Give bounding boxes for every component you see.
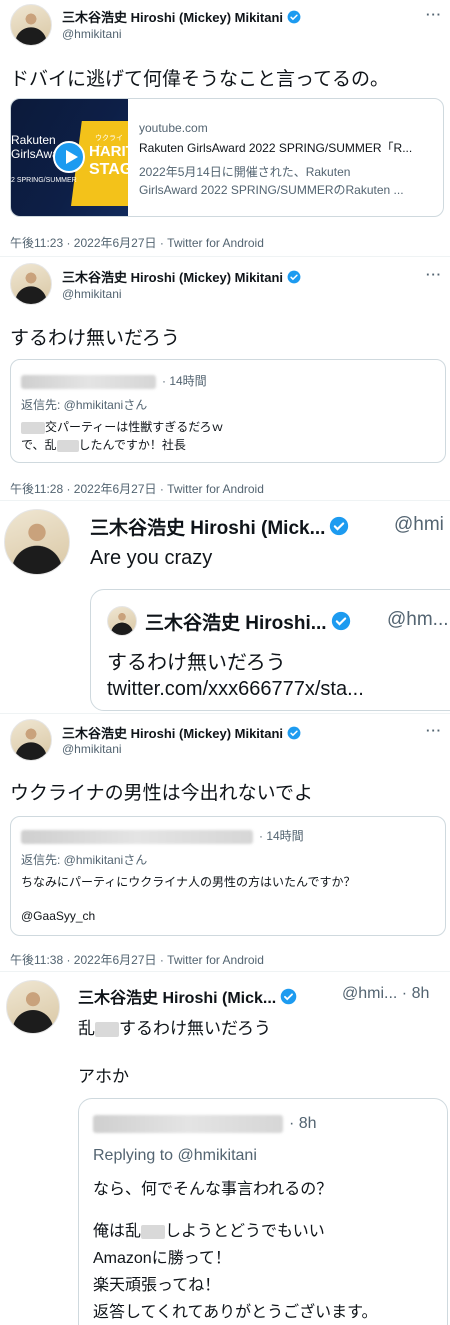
thumb-text: HARIT: [89, 143, 128, 160]
censored-text: [56, 439, 79, 452]
tweet-text: ドバイに逃げて何偉そうなこと言ってるの。: [10, 69, 390, 90]
quoted-text-line: で、乱: [21, 438, 57, 452]
quoted-text-line: 交パーティーは性獣すぎるだろｗ: [45, 420, 224, 434]
quoted-text: 俺は乱 しようとどうでもいい: [93, 1217, 325, 1241]
tweet-text: Are you crazy: [90, 547, 213, 569]
quoted-time: · 14時間: [162, 374, 207, 388]
author-handle[interactable]: @hmikitani: [62, 27, 122, 41]
verified-badge-icon: [329, 516, 349, 542]
tweet-card-3: 三木谷浩史 Hiroshi (Mick... @hmi Are you craz…: [0, 501, 450, 713]
redacted-author: [21, 374, 156, 389]
quoted-tweet[interactable]: · 14時間 返信先: @hmikitaniさん 交パーティーは性獣すぎるだろｗ…: [10, 359, 446, 463]
more-options-icon[interactable]: ···: [426, 7, 442, 22]
quoted-tweet[interactable]: 三木谷浩史 Hiroshi... @hm... するわけ無いだろう twitte…: [90, 589, 450, 711]
verified-badge-icon: [287, 270, 301, 287]
author-handle[interactable]: @hmikitani: [62, 287, 122, 301]
avatar[interactable]: [10, 263, 52, 305]
quoted-text-line: 俺は乱: [93, 1223, 142, 1240]
redacted-author: [21, 829, 253, 844]
tweet-text-part: するわけ無いだろう: [119, 1019, 271, 1038]
avatar[interactable]: [6, 980, 60, 1034]
quoted-time: · 8h: [289, 1115, 317, 1133]
link-preview-card[interactable]: ウクライナ HARIT STAG Rakuten GirlsAward 2 SP…: [10, 98, 444, 217]
play-button-icon[interactable]: [53, 141, 85, 173]
author-name-text[interactable]: 三木谷浩史 Hiroshi (Mick...: [78, 990, 276, 1007]
tweet-text-part: 乱: [78, 1019, 95, 1038]
quoted-time: · 14時間: [259, 829, 304, 843]
link-description: GirlsAward 2022 SPRING/SUMMERのRakuten ..…: [139, 183, 404, 197]
quoted-text: で、乱 したんですか！社長: [21, 436, 186, 453]
reply-to-label: Replying to @hmikitani: [93, 1147, 257, 1164]
tweet-text: 乱 するわけ無いだろう: [78, 1014, 271, 1039]
censored-text: [21, 421, 45, 434]
author-handle[interactable]: @hmi: [394, 514, 444, 536]
link-description: 2022年5月14日に開催された、Rakuten: [139, 165, 351, 179]
quoted-author-line: · 8h: [93, 1115, 317, 1133]
quoted-text-line: ちなみにパーティにウクライナ人の男性の方はいたんですか？: [21, 875, 356, 889]
quoted-tweet[interactable]: · 14時間 返信先: @hmikitaniさん ちなみにパーティにウクライナ人…: [10, 816, 446, 936]
tweet-text: ウクライナの男性は今出れないでよ: [10, 783, 314, 804]
link-title: Rakuten GirlsAward 2022 SPRING/SUMMER「R.…: [139, 141, 413, 155]
quoted-text-line: なら、何でそんな事言われるの？: [93, 1181, 333, 1198]
author-name[interactable]: 三木谷浩史 Hiroshi (Mick...: [90, 513, 349, 542]
avatar[interactable]: [10, 4, 52, 46]
quoted-text: 交パーティーは性獣すぎるだろｗ: [21, 418, 224, 435]
more-options-icon[interactable]: ···: [426, 723, 442, 738]
verified-badge-icon: [331, 611, 351, 637]
reply-to-label: 返信先: @hmikitaniさん: [21, 853, 148, 867]
link-domain: youtube.com: [139, 121, 208, 135]
quoted-link[interactable]: twitter.com/xxx666777x/sta...: [107, 678, 364, 701]
verified-badge-icon: [280, 988, 297, 1010]
author-name-text[interactable]: 三木谷浩史 Hiroshi (Mickey) Mikitani: [62, 270, 283, 285]
quoted-tweet[interactable]: · 8h Replying to @hmikitani なら、何でそんな事言われ…: [78, 1098, 448, 1325]
tweet-text: するわけ無いだろう: [10, 328, 180, 349]
reply-to-label: 返信先: @hmikitaniさん: [21, 398, 148, 412]
avatar[interactable]: [4, 509, 70, 575]
tweet-timestamp[interactable]: 午後11:23 · 2022年6月27日 · Twitter for Andro…: [10, 234, 264, 251]
author-name[interactable]: 三木谷浩史 Hiroshi (Mickey) Mikitani: [62, 723, 301, 743]
author-name[interactable]: 三木谷浩史 Hiroshi (Mickey) Mikitani: [62, 267, 301, 287]
verified-badge-icon: [287, 726, 301, 743]
author-handle[interactable]: @hmi... · 8h: [342, 985, 429, 1003]
censored-text: [95, 1022, 119, 1038]
avatar[interactable]: [10, 719, 52, 761]
redacted-author: [93, 1115, 283, 1133]
quoted-text-line: 返答してくれてありがとうございます。: [93, 1304, 378, 1321]
quoted-text: するわけ無いだろう: [107, 652, 286, 674]
tweet-text-line: アホか: [78, 1067, 129, 1086]
tweet-timestamp[interactable]: 午後11:38 · 2022年6月27日 · Twitter for Andro…: [10, 951, 264, 968]
quoted-avatar: [107, 606, 137, 636]
author-handle[interactable]: @hmikitani: [62, 742, 122, 756]
verified-badge-icon: [287, 10, 301, 27]
quoted-text-line: 楽天頑張ってね！: [93, 1277, 221, 1294]
quoted-mention[interactable]: @GaaSyy_ch: [21, 909, 95, 923]
thumb-text: STAG: [89, 161, 128, 178]
quoted-text-line: したんですか！社長: [78, 438, 186, 452]
more-options-icon[interactable]: ···: [426, 267, 442, 282]
quoted-author-line: · 14時間: [21, 827, 304, 844]
link-thumbnail: ウクライナ HARIT STAG Rakuten GirlsAward 2 SP…: [11, 99, 128, 216]
thumb-text: 2 SPRING/SUMMER: [11, 177, 77, 184]
author-name-text[interactable]: 三木谷浩史 Hiroshi (Mickey) Mikitani: [62, 10, 283, 25]
tweet-card-1: 三木谷浩史 Hiroshi (Mickey) Mikitani @hmikita…: [0, 0, 450, 256]
author-name[interactable]: 三木谷浩史 Hiroshi (Mick...: [78, 984, 297, 1010]
quoted-text-line: Amazonに勝って！: [93, 1250, 231, 1267]
quoted-author-handle: @hm...: [387, 609, 449, 630]
tweet-timestamp[interactable]: 午後11:28 · 2022年6月27日 · Twitter for Andro…: [10, 480, 264, 497]
quoted-author-name: 三木谷浩史 Hiroshi...: [145, 608, 351, 637]
quoted-author-line: · 14時間: [21, 372, 207, 389]
tweet-card-2: 三木谷浩史 Hiroshi (Mickey) Mikitani @hmikita…: [0, 257, 450, 500]
quoted-author-name-text: 三木谷浩史 Hiroshi...: [145, 613, 327, 634]
thumb-text: Rakuten: [11, 133, 56, 147]
censored-text: [141, 1224, 166, 1239]
author-name-text[interactable]: 三木谷浩史 Hiroshi (Mick...: [90, 518, 325, 539]
tweet-card-4: 三木谷浩史 Hiroshi (Mickey) Mikitani @hmikita…: [0, 714, 450, 971]
quoted-text-line: しようとどうでもいい: [165, 1223, 325, 1240]
author-name-text[interactable]: 三木谷浩史 Hiroshi (Mickey) Mikitani: [62, 726, 283, 741]
author-name[interactable]: 三木谷浩史 Hiroshi (Mickey) Mikitani: [62, 7, 301, 27]
tweet-card-5: 三木谷浩史 Hiroshi (Mick... @hmi... · 8h 乱 するわ…: [0, 972, 450, 1325]
